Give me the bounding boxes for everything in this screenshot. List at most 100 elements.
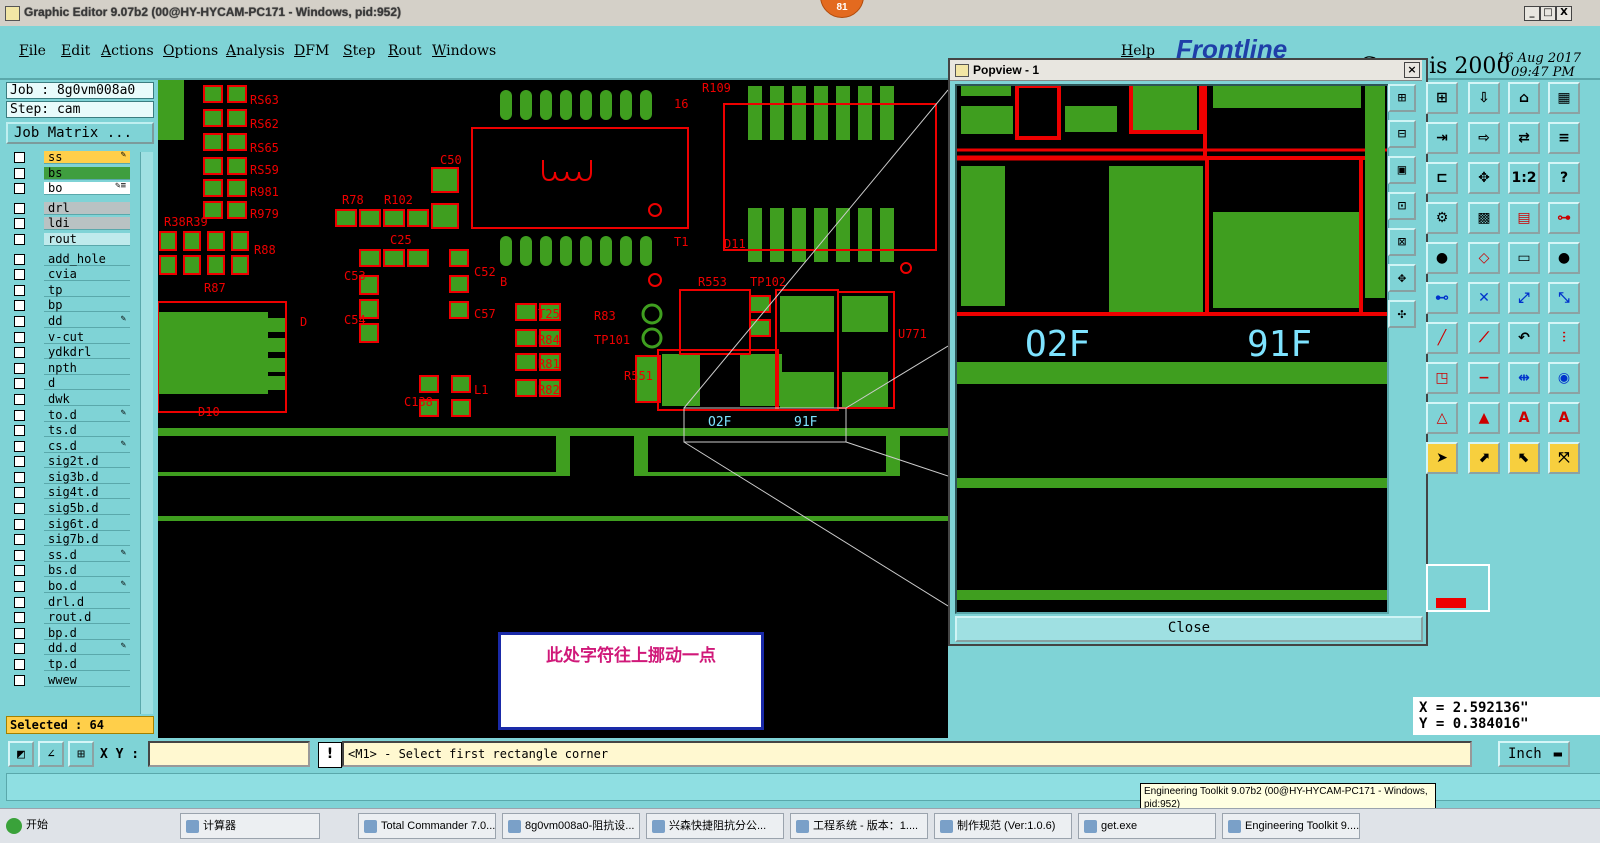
grid-mode-icon[interactable]: ⊞ <box>68 741 94 767</box>
popview-fit-icon[interactable]: ⊡ <box>1388 192 1416 220</box>
menu-analysis[interactable]: Analysis <box>226 43 285 59</box>
connect-tool-icon[interactable]: ⊷ <box>1426 282 1458 314</box>
layer-checkbox[interactable] <box>14 253 25 265</box>
layer-label[interactable]: ss <box>44 151 130 164</box>
layer-row[interactable]: sig7b.d <box>10 532 130 548</box>
layer-checkbox[interactable] <box>14 167 25 179</box>
popview-move-icon[interactable]: ✣ <box>1388 300 1416 328</box>
lines-tool-icon[interactable]: ≡ <box>1548 122 1580 154</box>
layer-checkbox[interactable] <box>14 315 25 327</box>
layer-checkbox[interactable] <box>14 425 25 437</box>
layer-checkbox[interactable] <box>14 565 25 577</box>
layer-label[interactable]: sig2t.d <box>44 455 130 469</box>
layer-row[interactable]: ts.d <box>10 423 130 439</box>
layer-label[interactable]: tp.d <box>44 658 130 671</box>
net-tool-icon[interactable]: ⊶ <box>1548 202 1580 234</box>
layer-label[interactable]: wwew <box>44 673 130 687</box>
layer-row[interactable]: sig5b.d <box>10 501 130 517</box>
layer-label[interactable]: sig4t.d <box>44 486 130 500</box>
scale-tool-icon[interactable]: 1:2 <box>1508 162 1540 194</box>
layer-label[interactable]: sig3b.d <box>44 470 130 484</box>
units-dropdown[interactable]: Inch ▬ <box>1498 741 1570 767</box>
layer-row[interactable]: rout.d <box>10 610 130 626</box>
menu-windows[interactable]: Windows <box>432 43 496 59</box>
layer-row[interactable]: d <box>10 376 130 392</box>
layer-row[interactable]: dd ✎ <box>10 314 130 330</box>
layer-checkbox[interactable] <box>14 612 25 624</box>
layer-label[interactable]: rout.d <box>44 611 130 625</box>
layer-label[interactable]: bp <box>44 299 130 313</box>
alert-icon[interactable]: ! <box>318 742 342 768</box>
layer-row[interactable]: drl <box>10 201 130 217</box>
snap-grid-icon[interactable]: ◩ <box>8 741 34 767</box>
menu-file[interactable]: File <box>19 43 46 59</box>
layer-row[interactable]: bs <box>10 166 130 182</box>
layer-checkbox[interactable] <box>14 596 25 608</box>
layer-label[interactable]: bs <box>44 166 130 180</box>
task-engineering-toolkit[interactable]: Engineering Toolkit 9.... <box>1222 813 1360 839</box>
tri1-tool-icon[interactable]: △ <box>1426 402 1458 434</box>
layer-row[interactable]: v-cut <box>10 330 130 346</box>
layer-label[interactable]: dwk <box>44 392 130 406</box>
dot-tool-icon[interactable]: ● <box>1548 242 1580 274</box>
layer-label[interactable]: ts.d <box>44 424 130 438</box>
layer-checkbox[interactable] <box>14 269 25 281</box>
layer-checkbox[interactable] <box>14 233 25 245</box>
ruler-tool-icon[interactable]: ▭ <box>1508 242 1540 274</box>
popview-close-icon[interactable]: × <box>1404 62 1420 78</box>
layer-label[interactable]: tp <box>44 283 130 297</box>
task-impedance[interactable]: 8g0vm008a0-阻抗设... <box>502 813 640 839</box>
layer-checkbox[interactable] <box>14 202 25 214</box>
layer-row[interactable]: dd.d ✎ <box>10 641 130 657</box>
layer-row[interactable]: ss ✎ <box>10 150 130 166</box>
select-box-tool-icon[interactable]: ⬈ <box>1468 442 1500 474</box>
center-tool-icon[interactable]: ✥ <box>1468 162 1500 194</box>
layer-checkbox[interactable] <box>14 331 25 343</box>
popview-viewport[interactable]: O2F 91F <box>955 84 1389 614</box>
layer-checkbox[interactable] <box>14 218 25 230</box>
layer-row[interactable]: tp.d <box>10 657 130 673</box>
layer-scrollbar[interactable] <box>140 152 153 714</box>
layer-row[interactable]: ldi <box>10 216 130 232</box>
maximize-button[interactable]: □ <box>1540 6 1556 21</box>
layer-row[interactable]: bs.d <box>10 563 130 579</box>
layer-label[interactable]: npth <box>44 361 130 375</box>
select-net-tool-icon[interactable]: ⤧ <box>1548 442 1580 474</box>
job-matrix-button[interactable]: Job Matrix ... <box>6 122 154 144</box>
layer-label[interactable]: to.d <box>44 408 130 422</box>
layer-row[interactable]: sig2t.d <box>10 454 130 470</box>
measure-tool-icon[interactable]: ⚙ <box>1426 202 1458 234</box>
line-tool-icon[interactable]: ⤢ <box>1508 282 1540 314</box>
select-area-tool-icon[interactable]: ⬉ <box>1508 442 1540 474</box>
layer-checkbox[interactable] <box>14 659 25 670</box>
layer-checkbox[interactable] <box>14 674 25 686</box>
move-tool-icon[interactable]: ⇥ <box>1426 122 1458 154</box>
layer-row[interactable]: add_hole <box>10 252 130 268</box>
start-button[interactable]: 开始 <box>2 813 70 839</box>
task-xingsen[interactable]: 兴森快捷阻抗分公... <box>646 813 784 839</box>
layer-label[interactable]: sig7b.d <box>44 533 130 547</box>
minimize-button[interactable]: _ <box>1524 6 1540 21</box>
tri2-tool-icon[interactable]: ▲ <box>1468 402 1500 434</box>
menu-edit[interactable]: Edit <box>61 43 90 59</box>
layer-label[interactable]: cs.d <box>44 439 130 453</box>
layer-label[interactable]: cvia <box>44 268 130 282</box>
layer-row[interactable]: cvia <box>10 267 130 283</box>
diag-tool-icon[interactable]: ⟋ <box>1468 322 1500 354</box>
layer-label[interactable]: dd <box>44 314 130 328</box>
cross-tool-icon[interactable]: ✕ <box>1468 282 1500 314</box>
layer-row[interactable]: ydkdrl <box>10 345 130 361</box>
layer-row[interactable]: sig6t.d <box>10 517 130 533</box>
layer-label[interactable]: add_hole <box>44 252 130 266</box>
angle-mode-icon[interactable]: ∠ <box>38 741 64 767</box>
layer-row[interactable]: npth <box>10 361 130 377</box>
home-tool-icon[interactable]: ⌂ <box>1508 82 1540 114</box>
layer-checkbox[interactable] <box>14 643 25 655</box>
layer-row[interactable]: bo ✎≡ <box>10 181 130 197</box>
layer-checkbox[interactable] <box>14 300 25 312</box>
task-get-exe[interactable]: get.exe <box>1078 813 1216 839</box>
popview-home-icon[interactable]: ⊠ <box>1388 228 1416 256</box>
layer-label[interactable]: drl <box>44 201 130 215</box>
layer-checkbox[interactable] <box>14 503 25 515</box>
angle-tool-icon[interactable]: ◇ <box>1468 242 1500 274</box>
